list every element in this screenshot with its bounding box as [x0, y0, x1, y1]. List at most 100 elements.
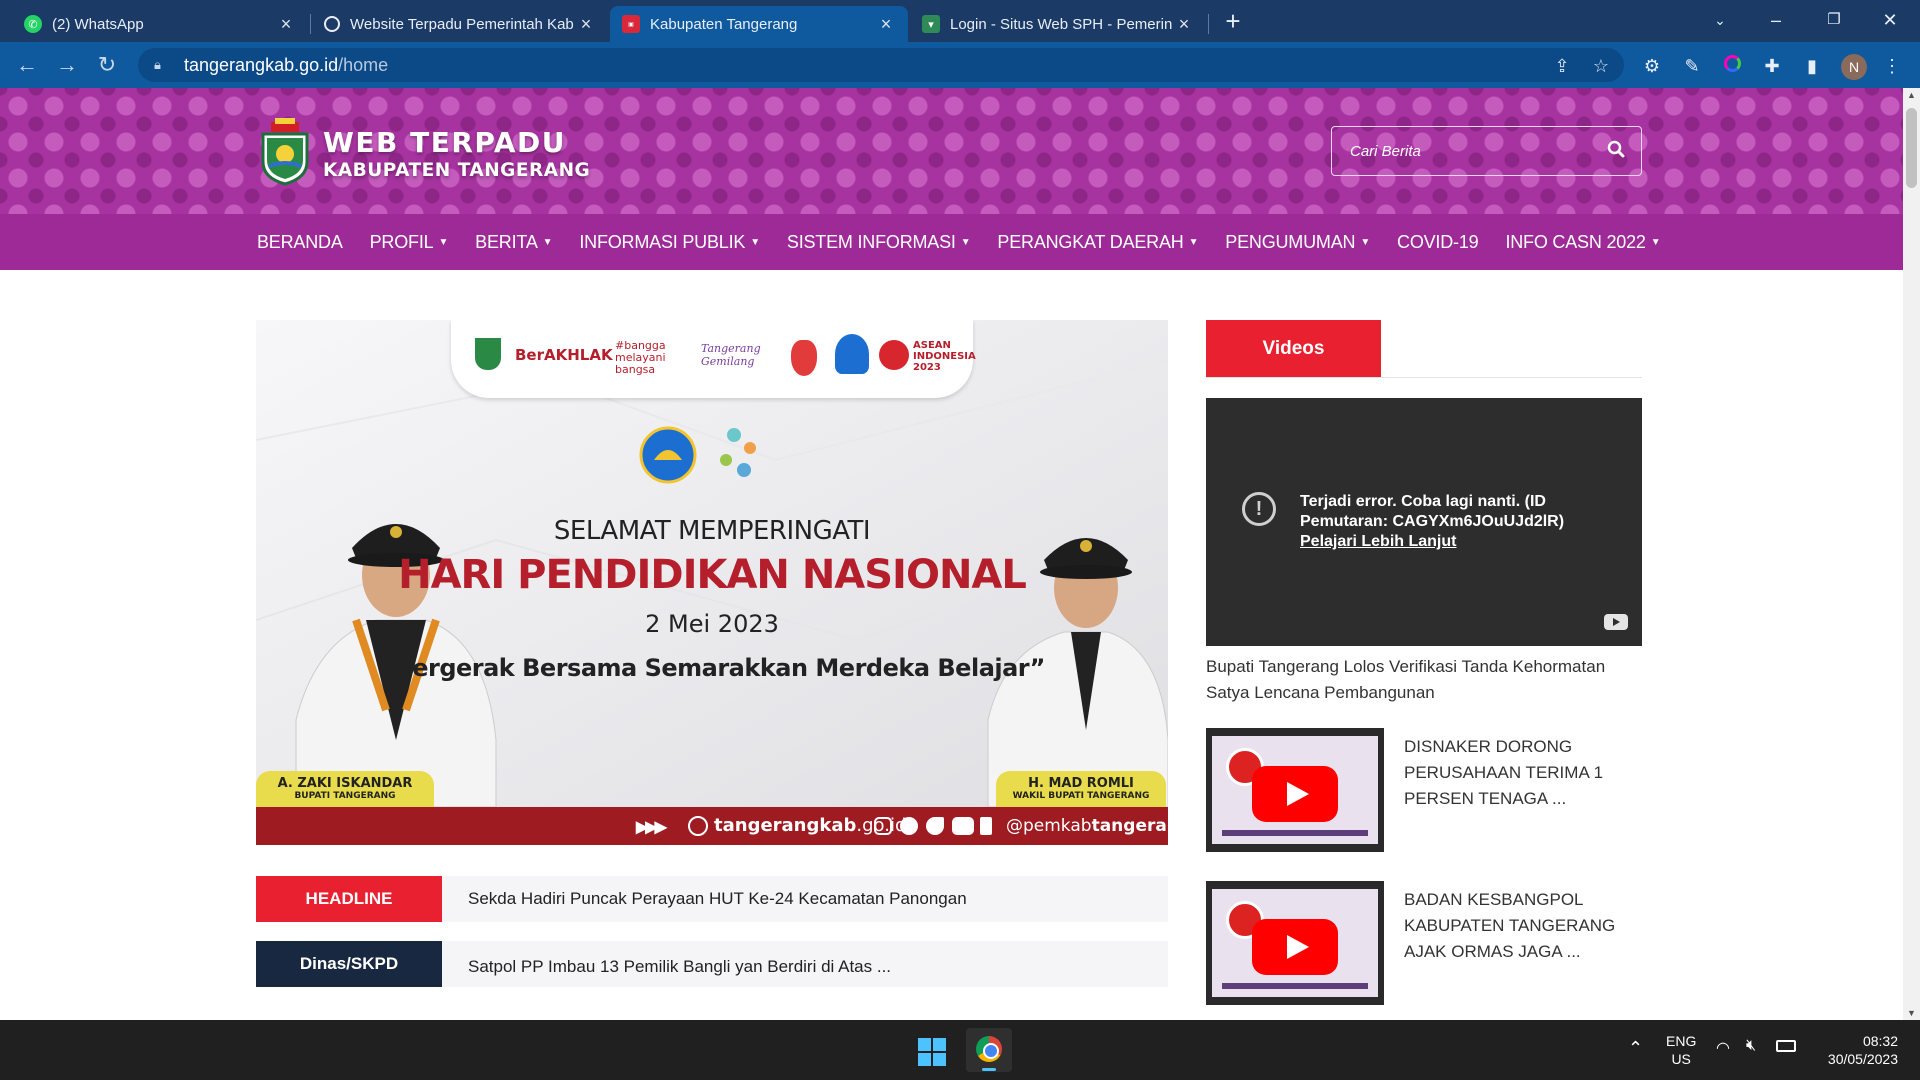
- page-scrollbar[interactable]: ▲ ▼: [1903, 88, 1920, 1020]
- video-list-item[interactable]: DISNAKER DORONG PERUSAHAAN TERIMA 1 PERS…: [1206, 728, 1642, 852]
- video-title[interactable]: DISNAKER DORONG PERUSAHAAN TERIMA 1 PERS…: [1404, 734, 1642, 812]
- color-extension-icon[interactable]: [1720, 54, 1744, 78]
- featured-video-caption[interactable]: Bupati Tangerang Lolos Verifikasi Tanda …: [1206, 654, 1642, 706]
- browser-tab-strip: ✆ (2) WhatsApp × Website Terpadu Pemerin…: [0, 0, 1920, 42]
- tab-whatsapp[interactable]: ✆ (2) WhatsApp ×: [12, 6, 308, 42]
- tab-divider: [1208, 14, 1209, 34]
- tab-close-icon[interactable]: ×: [1174, 14, 1194, 35]
- back-icon[interactable]: ←: [12, 50, 42, 80]
- headline-text[interactable]: Sekda Hadiri Puncak Perayaan HUT Ke-24 K…: [442, 889, 967, 909]
- speaker-muted-icon[interactable]: 🔇︎: [1746, 1037, 1756, 1055]
- nav-item-profil[interactable]: PROFIL ▼: [370, 232, 449, 253]
- web-globe-icon: [688, 816, 708, 836]
- tab-close-icon[interactable]: ×: [876, 14, 896, 35]
- tab-search-chevron-icon[interactable]: ⌄: [1692, 0, 1748, 42]
- video-list-item[interactable]: BADAN KESBANGPOL KABUPATEN TANGERANG AJA…: [1206, 881, 1642, 1005]
- battery-icon[interactable]: [1776, 1040, 1796, 1052]
- web-page: WEB TERPADU KABUPATEN TANGERANG Cari Ber…: [0, 88, 1903, 1020]
- dropdown-caret-icon: ▼: [1650, 236, 1661, 248]
- banner-social-handle: @pemkabtangerang: [1006, 816, 1168, 836]
- error-alert-icon: !: [1242, 492, 1276, 526]
- asean-logo-icon: [879, 340, 909, 370]
- videos-tab[interactable]: Videos: [1206, 320, 1381, 377]
- browser-toolbar: ← → ↻ 🔒︎ tangerangkab.go.id/home ⇪ ☆ ⚙ ✎…: [0, 42, 1920, 88]
- nav-item-label: INFORMASI PUBLIK: [579, 231, 746, 252]
- bupati-name: A. ZAKI ISKANDAR: [277, 776, 413, 791]
- close-window-icon[interactable]: ✕: [1862, 0, 1918, 42]
- profile-avatar[interactable]: N: [1841, 54, 1867, 80]
- scroll-up-icon[interactable]: ▲: [1903, 90, 1920, 100]
- url-path: /home: [338, 54, 389, 75]
- learn-more-link[interactable]: Pelajari Lebih Lanjut: [1300, 532, 1620, 552]
- extension-gear-icon[interactable]: ⚙: [1640, 54, 1664, 78]
- twitter-icon: [926, 817, 944, 835]
- hardiknas-banner[interactable]: BerAKHLAK #bangga melayani bangsa Tanger…: [256, 320, 1168, 845]
- nav-item-berita[interactable]: BERITA ▼: [475, 232, 552, 253]
- dinas-skpd-tag: Dinas/SKPD: [256, 941, 442, 987]
- headline-ticker[interactable]: HEADLINE Sekda Hadiri Puncak Perayaan HU…: [256, 876, 1168, 922]
- youtube-icon: [952, 817, 974, 835]
- minimize-icon[interactable]: –: [1748, 0, 1804, 42]
- nav-item-perangkat-daerah[interactable]: PERANGKAT DAERAH ▼: [997, 232, 1198, 253]
- dropdown-caret-icon: ▼: [960, 236, 971, 248]
- site-logo-subtitle[interactable]: KABUPATEN TANGERANG: [323, 160, 590, 181]
- play-button-icon[interactable]: [1252, 919, 1338, 975]
- tab-title: Kabupaten Tangerang: [650, 15, 798, 33]
- tangerang-gemilang-logo: Tangerang Gemilang: [701, 342, 761, 368]
- nav-item-sistem-informasi[interactable]: SISTEM INFORMASI ▼: [787, 232, 971, 253]
- video-thumbnail[interactable]: [1206, 728, 1384, 852]
- news-search-box[interactable]: Cari Berita: [1331, 126, 1642, 176]
- youtube-logo-icon[interactable]: [1604, 614, 1628, 630]
- nav-item-info-casn-2022[interactable]: INFO CASN 2022 ▼: [1505, 232, 1660, 253]
- dropdown-caret-icon: ▼: [1360, 236, 1371, 248]
- tab-divider: [310, 14, 311, 34]
- video-thumbnail[interactable]: [1206, 881, 1384, 1005]
- kabupaten-emblem-icon[interactable]: [257, 118, 313, 186]
- extensions-puzzle-icon[interactable]: ✚: [1760, 54, 1784, 78]
- input-language-indicator[interactable]: ENG US: [1666, 1032, 1696, 1068]
- handle-bold: tangerang: [1091, 816, 1168, 836]
- chrome-taskbar-icon[interactable]: [966, 1028, 1012, 1072]
- tab-kabupaten-tangerang[interactable]: ▣ Kabupaten Tangerang ×: [610, 6, 908, 42]
- nav-item-beranda[interactable]: BERANDA: [257, 232, 343, 253]
- clock[interactable]: 08:32 30/05/2023: [1818, 1032, 1898, 1068]
- nav-item-covid-19[interactable]: COVID-19: [1397, 232, 1479, 253]
- address-bar[interactable]: 🔒︎ tangerangkab.go.id/home ⇪ ☆: [138, 48, 1624, 82]
- wifi-icon[interactable]: ◠: [1716, 1038, 1730, 1058]
- bookmark-star-icon[interactable]: ☆: [1590, 55, 1612, 77]
- nav-item-label: SISTEM INFORMASI: [786, 231, 956, 252]
- share-icon[interactable]: ⇪: [1551, 55, 1573, 77]
- clock-date: 30/05/2023: [1827, 1051, 1898, 1067]
- nav-item-pengumuman[interactable]: PENGUMUMAN ▼: [1225, 232, 1370, 253]
- play-button-icon[interactable]: [1252, 766, 1338, 822]
- bupati-role: BUPATI TANGERANG: [294, 791, 396, 801]
- windows-start-icon[interactable]: [918, 1038, 946, 1066]
- tab-login-sph[interactable]: ▾ Login - Situs Web SPH - Pemerin ×: [910, 6, 1206, 42]
- scroll-down-icon[interactable]: ▼: [1903, 1008, 1920, 1018]
- menu-kebab-icon[interactable]: ⋮: [1880, 54, 1904, 78]
- new-tab-icon[interactable]: +: [1218, 6, 1248, 36]
- banner-theme-quote: “Bergerak Bersama Semarakkan Merdeka Bel…: [379, 654, 1045, 682]
- scrollbar-thumb[interactable]: [1906, 108, 1917, 188]
- tab-website-terpadu[interactable]: Website Terpadu Pemerintah Kab ×: [312, 6, 608, 42]
- tab-close-icon[interactable]: ×: [276, 14, 296, 35]
- search-placeholder[interactable]: Cari Berita: [1332, 143, 1591, 160]
- side-panel-icon[interactable]: ▮: [1800, 54, 1824, 78]
- dropdown-caret-icon: ▼: [1188, 236, 1199, 248]
- show-hidden-icons-chevron-icon[interactable]: ⌃: [1628, 1038, 1643, 1059]
- nav-item-label: BERANDA: [257, 231, 343, 252]
- search-icon[interactable]: [1591, 140, 1641, 163]
- forward-arrows-icon: ▶▶▶: [636, 819, 667, 836]
- dinas-skpd-text[interactable]: Satpol PP Imbau 13 Pemilik Bangli yan Be…: [442, 951, 891, 977]
- reload-icon[interactable]: ↻: [92, 50, 122, 80]
- tab-close-icon[interactable]: ×: [576, 14, 596, 35]
- video-title[interactable]: BADAN KESBANGPOL KABUPATEN TANGERANG AJA…: [1404, 887, 1642, 965]
- dinas-skpd-ticker[interactable]: Dinas/SKPD Satpol PP Imbau 13 Pemilik Ba…: [256, 941, 1168, 987]
- forward-icon[interactable]: →: [52, 50, 82, 80]
- nav-item-informasi-publik[interactable]: INFORMASI PUBLIK ▼: [579, 232, 760, 253]
- site-logo-title[interactable]: WEB TERPADU: [323, 126, 566, 159]
- restore-icon[interactable]: ❐: [1806, 0, 1862, 42]
- pen-extension-icon[interactable]: ✎: [1680, 54, 1704, 78]
- nav-item-label: INFO CASN 2022: [1505, 231, 1646, 252]
- youtube-embed-player[interactable]: ! Terjadi error. Coba lagi nanti. (ID Pe…: [1206, 398, 1642, 646]
